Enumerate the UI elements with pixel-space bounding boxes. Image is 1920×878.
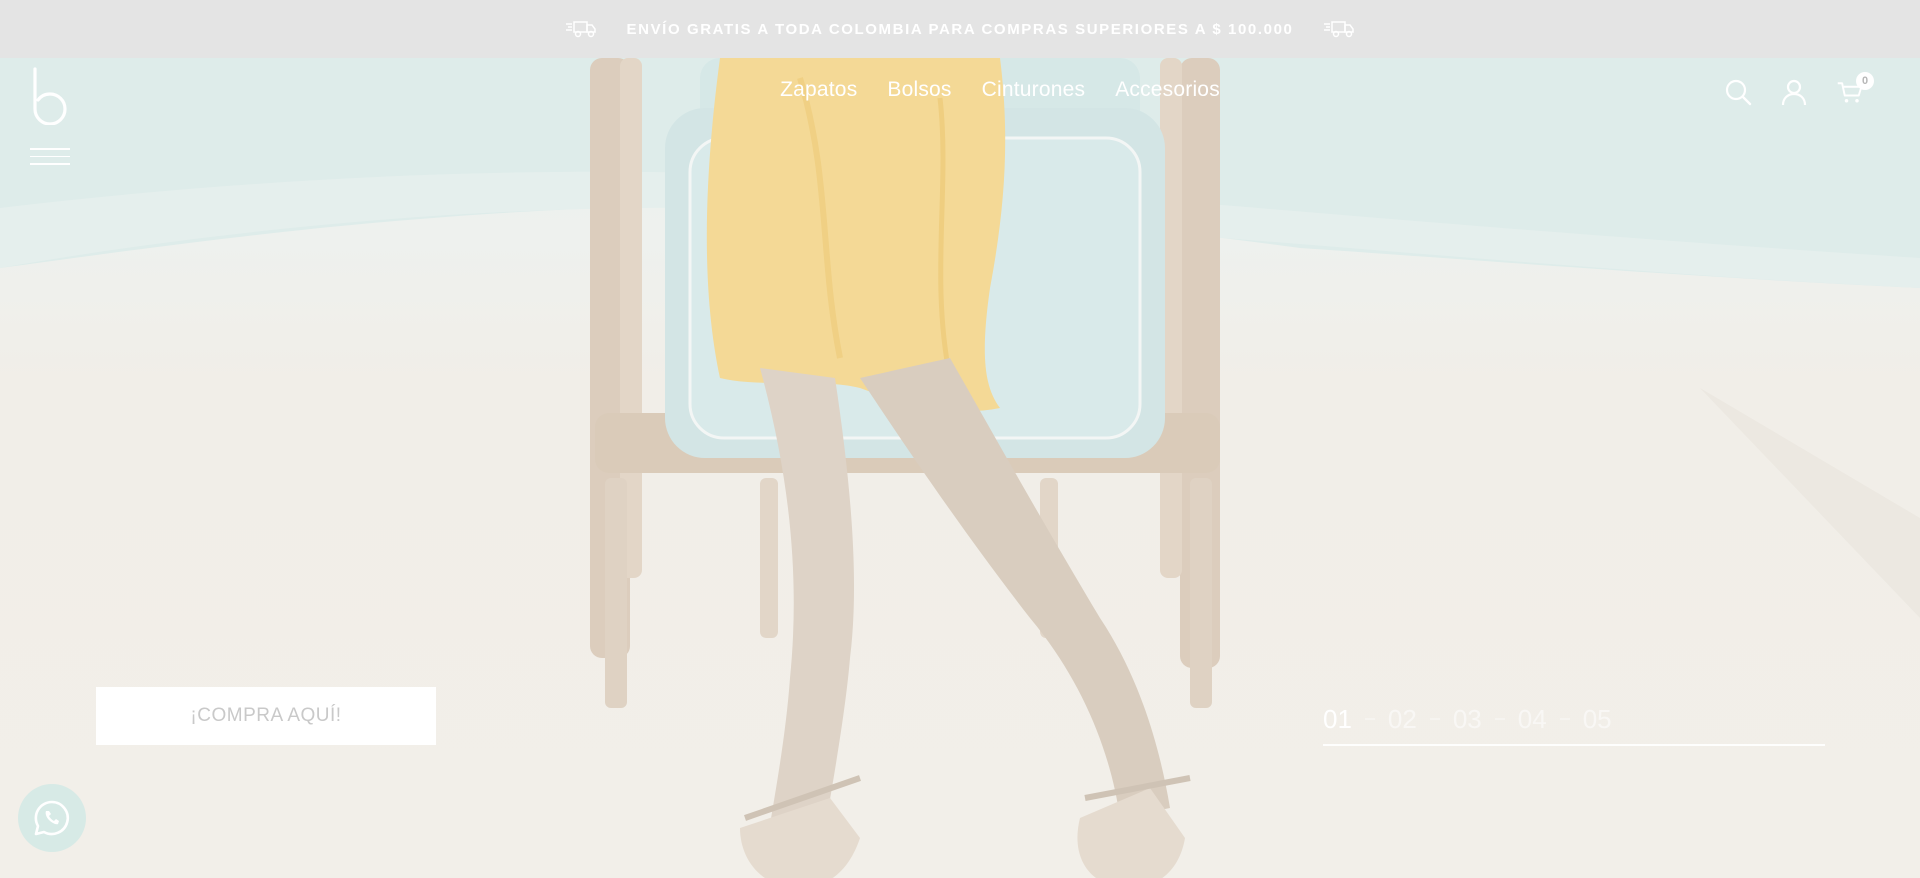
hero-image — [0, 58, 1920, 878]
pager-items: 01 02 03 04 05 — [1323, 700, 1825, 738]
cart-button[interactable]: 0 — [1836, 72, 1874, 106]
search-icon[interactable] — [1724, 78, 1752, 106]
hamburger-menu-icon[interactable] — [30, 148, 70, 166]
pager-separator — [1364, 718, 1375, 720]
menu-line — [30, 163, 70, 165]
cart-count-badge: 0 — [1856, 72, 1874, 90]
promo-text: ENVÍO GRATIS A TODA COLOMBIA PARA COMPRA… — [626, 20, 1294, 38]
slide-indicator-01[interactable]: 01 — [1323, 704, 1352, 735]
slide-indicator-04[interactable]: 04 — [1518, 704, 1547, 735]
whatsapp-button[interactable] — [18, 784, 86, 852]
slide-indicator-03[interactable]: 03 — [1453, 704, 1482, 735]
user-icon[interactable] — [1780, 78, 1808, 106]
main-navigation: Zapatos Bolsos Cinturones Accesorios — [0, 78, 1920, 102]
pager-separator — [1559, 718, 1570, 720]
promo-bar: ENVÍO GRATIS A TODA COLOMBIA PARA COMPRA… — [0, 0, 1920, 58]
slide-indicator-02[interactable]: 02 — [1388, 704, 1417, 735]
header-actions: 0 — [1724, 72, 1874, 106]
slider-progress-line — [1323, 744, 1825, 746]
nav-link-zapatos[interactable]: Zapatos — [780, 78, 857, 102]
delivery-truck-icon — [1324, 21, 1355, 38]
slide-indicator-05[interactable]: 05 — [1583, 704, 1612, 735]
hero-banner — [0, 58, 1920, 878]
nav-link-bolsos[interactable]: Bolsos — [887, 78, 951, 102]
slider-pager: 01 02 03 04 05 — [1323, 700, 1825, 746]
pager-separator — [1429, 718, 1440, 720]
delivery-truck-icon — [565, 21, 596, 38]
pager-separator — [1494, 718, 1505, 720]
shop-now-button[interactable]: ¡COMPRA AQUÍ! — [96, 687, 436, 745]
whatsapp-icon — [34, 800, 70, 836]
nav-link-cinturones[interactable]: Cinturones — [982, 78, 1086, 102]
menu-line — [30, 155, 70, 157]
menu-line — [30, 148, 70, 150]
nav-link-accesorios[interactable]: Accesorios — [1115, 78, 1220, 102]
